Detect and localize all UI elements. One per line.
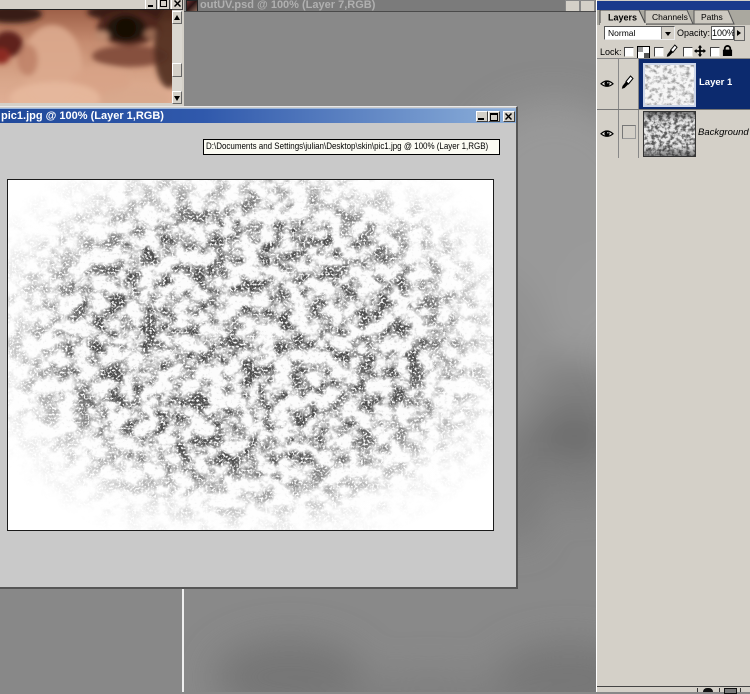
svg-text:Channels: Channels xyxy=(652,12,688,22)
svg-text:Layers: Layers xyxy=(608,13,637,23)
svg-text:Paths: Paths xyxy=(701,12,723,22)
